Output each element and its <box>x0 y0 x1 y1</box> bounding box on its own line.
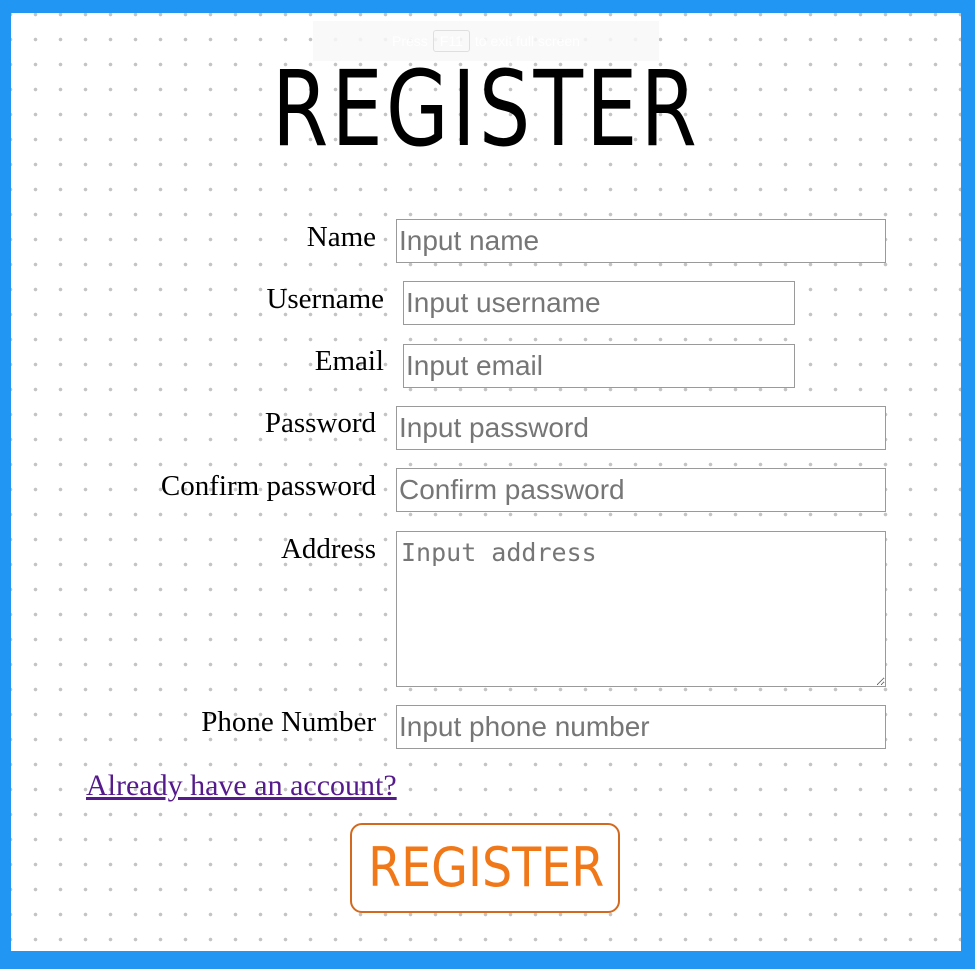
username-label: Username <box>266 283 384 315</box>
register-button[interactable]: REGISTER <box>350 823 620 913</box>
username-input[interactable] <box>403 281 795 325</box>
address-label: Address <box>280 533 376 565</box>
email-input[interactable] <box>403 344 795 388</box>
register-button-label: REGISTER <box>368 836 605 899</box>
name-label: Name <box>306 221 376 253</box>
address-textarea[interactable] <box>396 531 886 687</box>
confirm-password-input[interactable] <box>396 468 886 512</box>
page-title: REGISTER <box>271 48 701 170</box>
confirm-password-label: Confirm password <box>160 470 376 502</box>
password-input[interactable] <box>396 406 886 450</box>
fullscreen-hint-prefix: Press <box>392 33 428 49</box>
name-input[interactable] <box>396 219 886 263</box>
phone-number-label: Phone Number <box>201 706 376 738</box>
email-label: Email <box>314 345 384 377</box>
phone-number-input[interactable] <box>396 705 886 749</box>
fullscreen-hint-suffix: to exit full screen <box>474 33 580 49</box>
password-label: Password <box>264 407 376 439</box>
page-frame: Press F11 to exit full screen REGISTER N… <box>11 13 961 951</box>
login-link[interactable]: Already have an account? <box>86 769 397 803</box>
